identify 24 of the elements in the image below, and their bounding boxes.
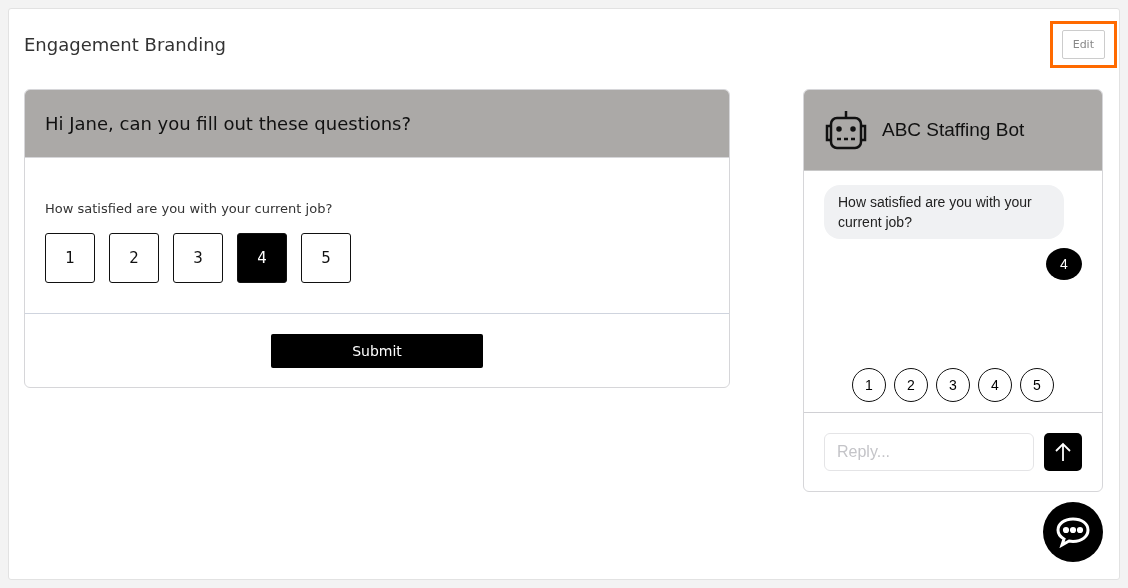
user-message: 4 [1046, 248, 1082, 280]
bot-name: ABC Staffing Bot [882, 119, 1025, 141]
rating-option[interactable]: 3 [173, 233, 223, 283]
quick-reply[interactable]: 5 [1020, 368, 1054, 402]
chat-launcher-button[interactable] [1043, 502, 1103, 562]
quick-reply[interactable]: 4 [978, 368, 1012, 402]
reply-field[interactable]: Reply... [824, 433, 1034, 471]
rating-option[interactable]: 4 [237, 233, 287, 283]
submit-button[interactable]: Submit [271, 334, 483, 368]
rating-option[interactable]: 1 [45, 233, 95, 283]
quick-reply[interactable]: 3 [936, 368, 970, 402]
quick-reply[interactable]: 1 [852, 368, 886, 402]
edit-button[interactable]: Edit [1061, 29, 1105, 59]
speech-bubble-icon [1055, 516, 1091, 548]
page-title: Engagement Branding [24, 33, 226, 55]
bot-message: How satisfied are you with your current job? [824, 185, 1064, 239]
rating-option[interactable]: 2 [109, 233, 159, 283]
rating-option[interactable]: 5 [301, 233, 351, 283]
survey-heading: Hi Jane, can you fill out these questions? [45, 113, 412, 134]
question-text: How satisfied are you with your current job? [45, 201, 334, 216]
send-button[interactable] [1044, 433, 1082, 471]
quick-reply[interactable]: 2 [894, 368, 928, 402]
arrow-up-icon [1054, 442, 1072, 462]
robot-icon [824, 110, 868, 150]
